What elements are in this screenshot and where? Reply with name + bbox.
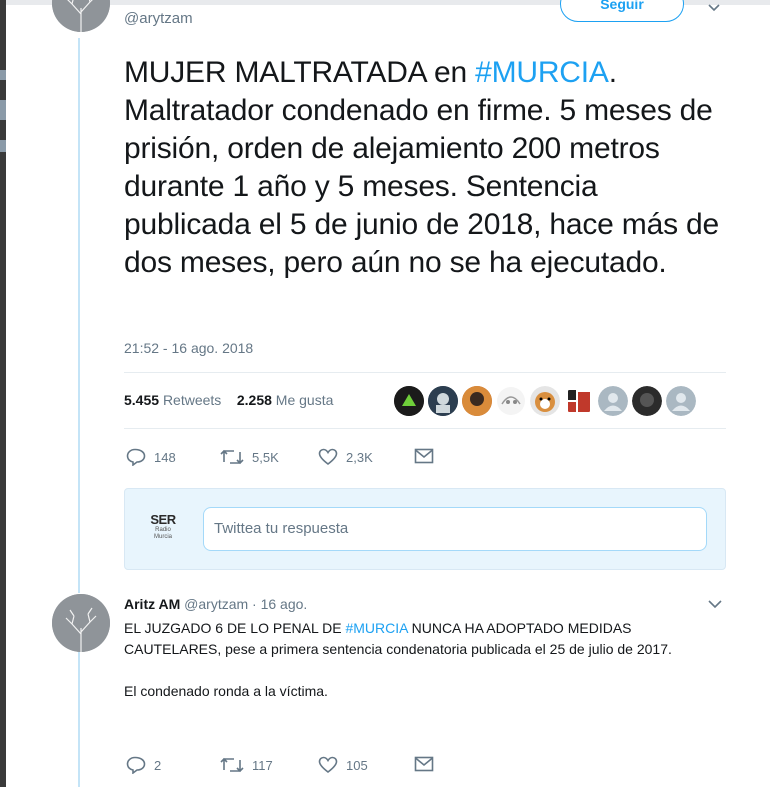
reply-author-handle[interactable]: @arytzam xyxy=(184,596,248,612)
liker-avatar[interactable] xyxy=(394,386,424,416)
liker-avatar[interactable] xyxy=(666,386,696,416)
reply-icon xyxy=(126,448,146,466)
chevron-down-icon[interactable] xyxy=(708,0,720,15)
heart-icon xyxy=(318,756,338,774)
reply-paragraph-1: EL JUZGADO 6 DE LO PENAL DE #MURCIA NUNC… xyxy=(124,618,724,660)
retweet-action[interactable]: 117 xyxy=(220,756,273,774)
likes-count: 2.258 xyxy=(236,392,272,408)
reply-composer: SER Radio Murcia Twittea tu respuesta xyxy=(124,488,726,570)
reply-action[interactable]: 148 xyxy=(126,448,176,466)
thread-connector xyxy=(78,38,80,593)
retweets-stat[interactable]: 5.455 Retweets xyxy=(124,392,221,408)
retweets-count: 5.455 xyxy=(124,392,160,408)
retweet-count: 117 xyxy=(252,757,273,773)
tweet-timestamp[interactable]: 21:52 - 16 ago. 2018 xyxy=(124,340,253,356)
retweet-icon xyxy=(220,449,244,465)
tweet-stats: 5.455 Retweets 2.258 Me gusta xyxy=(124,392,333,408)
thread-connector-lower xyxy=(78,650,80,787)
tweet-text: MUJER MALTRATADA en #MURCIA. Maltratador… xyxy=(124,54,724,282)
author-avatar[interactable] xyxy=(52,0,110,32)
message-action[interactable] xyxy=(414,448,442,464)
follow-button[interactable]: Seguir xyxy=(560,0,684,22)
reply-header: Aritz AM @arytzam · 16 ago. xyxy=(124,596,307,612)
retweet-count: 5,5K xyxy=(252,449,279,465)
retweet-icon xyxy=(220,757,244,773)
retweet-action[interactable]: 5,5K xyxy=(220,448,279,466)
logo-sub1: Radio xyxy=(155,527,171,533)
envelope-icon xyxy=(414,756,434,772)
reply-paragraph-2: El condenado ronda a la víctima. xyxy=(124,683,328,699)
like-action[interactable]: 2,3K xyxy=(318,448,373,466)
liker-avatar[interactable] xyxy=(598,386,628,416)
reply-count: 2 xyxy=(154,757,162,773)
reply-author-name[interactable]: Aritz AM xyxy=(124,596,180,612)
envelope-icon xyxy=(414,448,434,464)
likes-stat[interactable]: 2.258 Me gusta xyxy=(237,392,334,408)
liker-avatar[interactable] xyxy=(632,386,662,416)
liker-avatar[interactable] xyxy=(462,386,492,416)
tweet-actions: 148 5,5K 2,3K xyxy=(124,448,524,470)
reply-author-avatar[interactable] xyxy=(52,594,110,652)
reply-date[interactable]: · 16 ago. xyxy=(252,596,307,612)
tweet-text-pre: MUJER MALTRATADA en xyxy=(124,56,476,89)
current-user-avatar[interactable]: SER Radio Murcia xyxy=(145,513,181,541)
chevron-down-icon[interactable] xyxy=(708,596,722,614)
like-action[interactable]: 105 xyxy=(318,756,368,774)
reply-icon xyxy=(126,756,146,774)
reply-count: 148 xyxy=(154,449,176,465)
author-handle[interactable]: @arytzam xyxy=(124,10,193,27)
liker-avatar[interactable] xyxy=(496,386,526,416)
like-count: 2,3K xyxy=(346,449,373,465)
liker-avatar[interactable] xyxy=(530,386,560,416)
reply-text: EL JUZGADO 6 DE LO PENAL DE #MURCIA NUNC… xyxy=(124,618,724,702)
reply-text-pre: EL JUZGADO 6 DE LO PENAL DE xyxy=(124,620,346,636)
hashtag-link[interactable]: #MURCIA xyxy=(345,620,407,636)
reply-action[interactable]: 2 xyxy=(126,756,161,774)
likes-label: Me gusta xyxy=(275,392,334,408)
divider xyxy=(124,372,726,373)
reply-input[interactable]: Twittea tu respuesta xyxy=(203,507,707,551)
retweets-label: Retweets xyxy=(162,392,222,408)
tweet-text-post: . Maltratador condenado en firme. 5 mese… xyxy=(124,56,719,279)
message-action[interactable] xyxy=(414,756,442,772)
liker-avatar[interactable] xyxy=(428,386,458,416)
hashtag-link[interactable]: #MURCIA xyxy=(475,56,609,89)
logo-text: SER xyxy=(150,512,176,527)
heart-icon xyxy=(318,448,338,466)
divider xyxy=(124,428,726,429)
like-count: 105 xyxy=(346,757,368,773)
liker-avatar[interactable] xyxy=(564,386,594,416)
reply-actions: 2 117 105 xyxy=(124,756,524,778)
logo-sub2: Murcia xyxy=(153,534,172,540)
window-left-edge xyxy=(0,0,6,787)
